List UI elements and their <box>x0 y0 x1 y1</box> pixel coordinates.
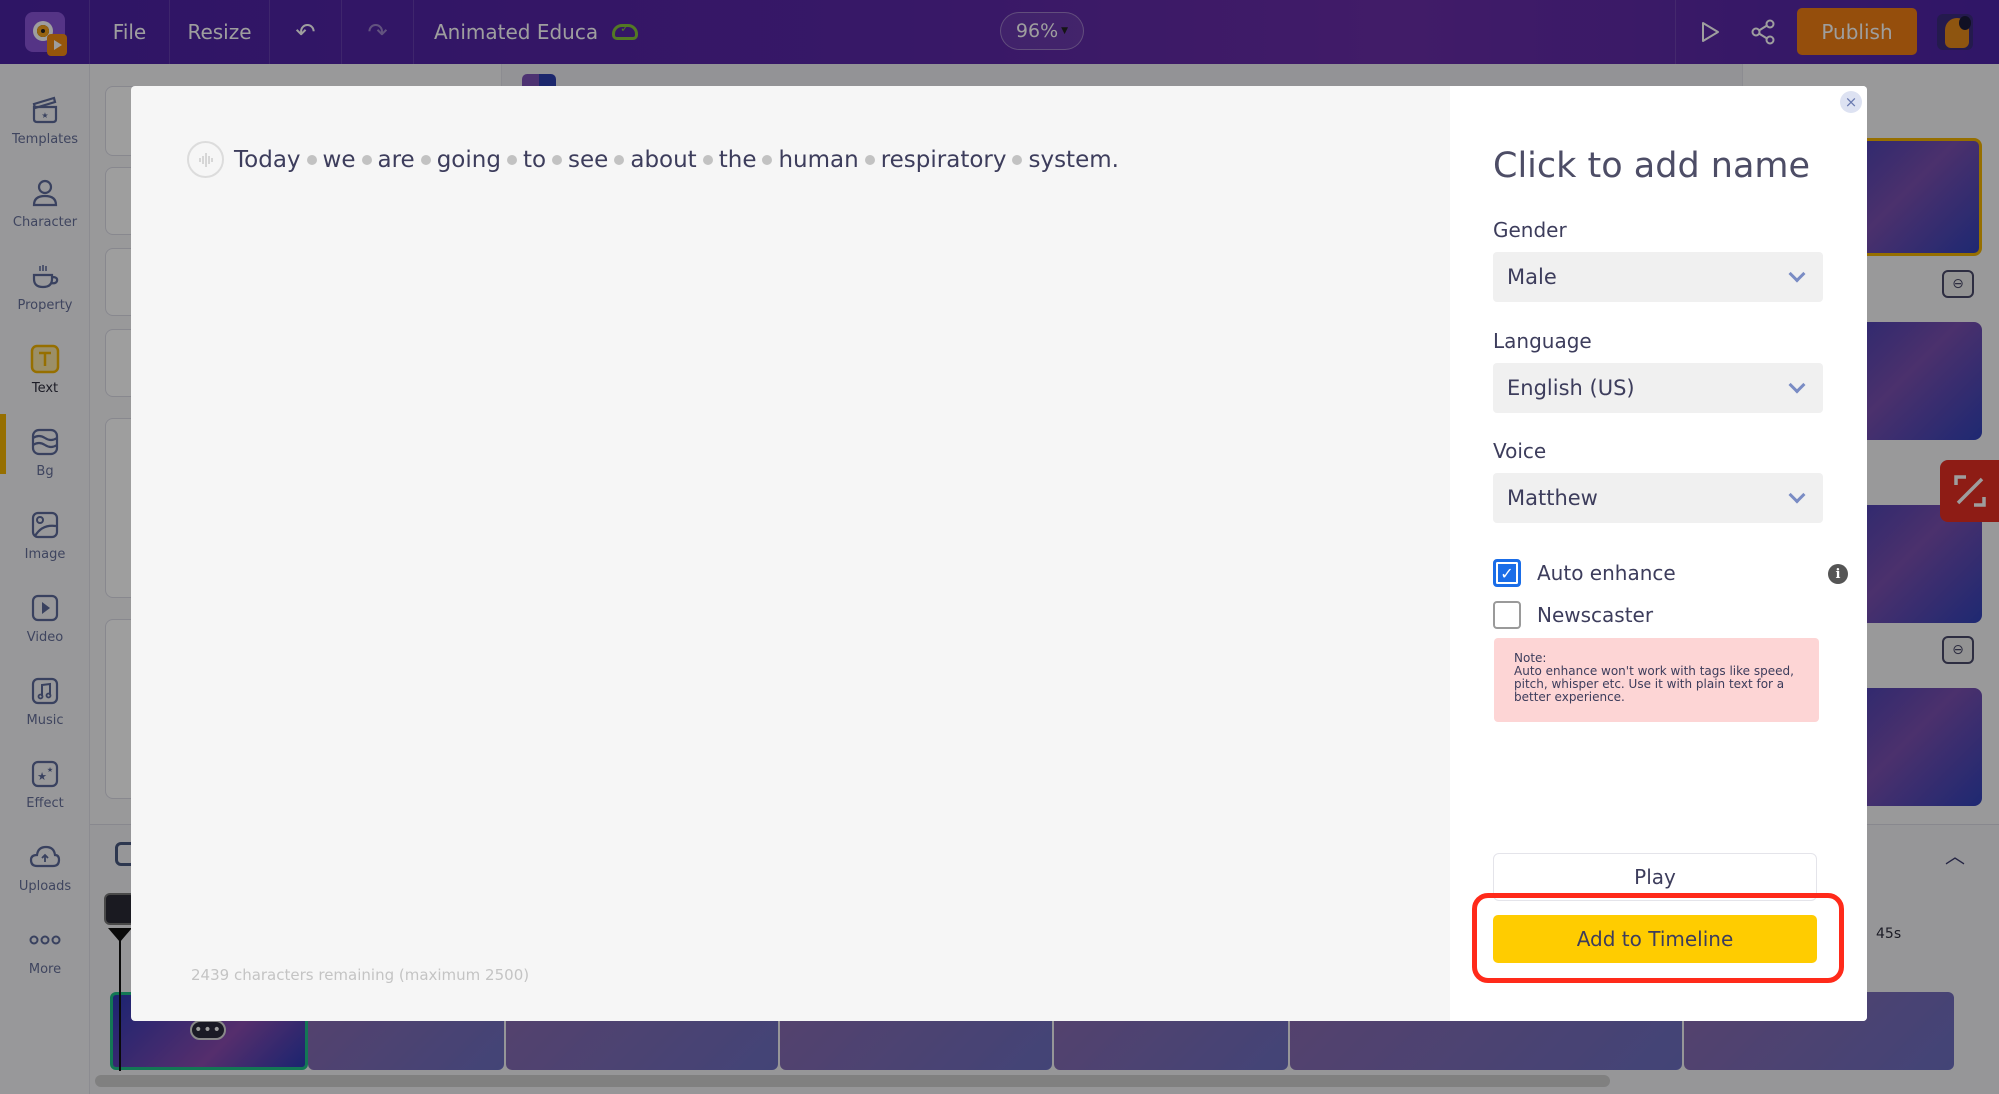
newscaster-option[interactable]: Newscaster <box>1493 601 1653 629</box>
language-select[interactable]: English (US) <box>1493 363 1823 413</box>
script-word[interactable]: see <box>568 147 608 173</box>
script-word[interactable]: we <box>323 147 356 173</box>
chevron-down-icon <box>1788 376 1806 394</box>
script-word[interactable]: to <box>523 147 546 173</box>
newscaster-checkbox[interactable] <box>1493 601 1521 629</box>
word-pause-dot[interactable] <box>614 154 625 165</box>
language-label: Language <box>1493 329 1592 353</box>
note-body: Auto enhance won't work with tags like s… <box>1514 664 1794 704</box>
word-pause-dot[interactable] <box>506 154 517 165</box>
word-pause-dot[interactable] <box>306 154 317 165</box>
audio-wave-icon[interactable] <box>187 141 224 178</box>
script-editor[interactable]: Today we are going to see about the huma… <box>187 141 1119 178</box>
voice-select[interactable]: Matthew <box>1493 473 1823 523</box>
voice-label: Voice <box>1493 439 1547 463</box>
auto-enhance-label: Auto enhance <box>1537 561 1676 585</box>
voice-name-field[interactable]: Click to add name <box>1493 146 1810 186</box>
script-word[interactable]: going <box>437 147 501 173</box>
script-word[interactable]: respiratory <box>881 147 1007 173</box>
script-word[interactable]: system. <box>1028 147 1118 173</box>
word-pause-dot[interactable] <box>864 154 875 165</box>
info-icon[interactable]: i <box>1828 564 1848 584</box>
word-pause-dot[interactable] <box>552 154 563 165</box>
voice-over-modal: Today we are going to see about the huma… <box>131 86 1867 1021</box>
voice-value: Matthew <box>1507 486 1598 510</box>
gender-select[interactable]: Male <box>1493 252 1823 302</box>
character-count: 2439 characters remaining (maximum 2500) <box>191 966 530 984</box>
play-label: Play <box>1634 865 1676 889</box>
script-word[interactable]: human <box>778 147 858 173</box>
voice-settings-panel: Click to add name Gender Male Language E… <box>1450 86 1867 1021</box>
language-value: English (US) <box>1507 376 1635 400</box>
auto-enhance-checkbox[interactable]: ✓ <box>1493 559 1521 587</box>
play-button[interactable]: Play <box>1493 853 1817 901</box>
word-pause-dot[interactable] <box>762 154 773 165</box>
gender-value: Male <box>1507 265 1557 289</box>
add-to-timeline-label: Add to Timeline <box>1576 927 1734 951</box>
script-word[interactable]: about <box>630 147 696 173</box>
script-word[interactable]: the <box>719 147 757 173</box>
chevron-down-icon <box>1788 265 1806 283</box>
word-pause-dot[interactable] <box>361 154 372 165</box>
add-to-timeline-button[interactable]: Add to Timeline <box>1493 915 1817 963</box>
newscaster-label: Newscaster <box>1537 603 1654 627</box>
word-pause-dot[interactable] <box>420 154 431 165</box>
word-pause-dot[interactable] <box>1012 154 1023 165</box>
gender-label: Gender <box>1493 218 1567 242</box>
auto-enhance-option[interactable]: ✓ Auto enhance <box>1493 559 1676 587</box>
word-pause-dot[interactable] <box>702 154 713 165</box>
script-word[interactable]: Today <box>234 147 301 173</box>
auto-enhance-note: Note: Auto enhance won't work with tags … <box>1494 638 1819 722</box>
close-icon[interactable]: × <box>1840 91 1862 113</box>
chevron-down-icon <box>1788 486 1806 504</box>
script-word[interactable]: are <box>378 147 415 173</box>
